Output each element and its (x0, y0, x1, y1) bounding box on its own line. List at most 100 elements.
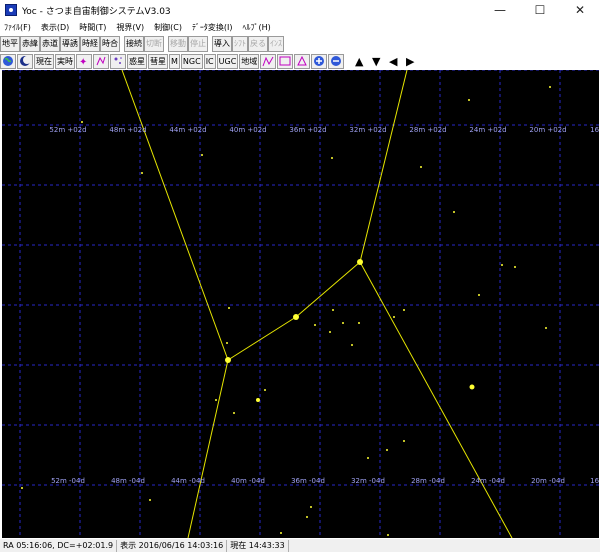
status-bar: RA 05:16:06, DC=+02:01.9 表示 2016/06/16 1… (0, 539, 600, 552)
field-a-icon[interactable] (260, 53, 277, 69)
goto-button[interactable]: 導入 (212, 35, 232, 52)
moon-icon[interactable] (17, 53, 33, 69)
svg-text:✦: ✦ (79, 57, 87, 67)
ra-label-bottom: 24m -04d (471, 477, 505, 485)
declination-button[interactable]: 赤緯 (20, 35, 40, 52)
constellation-line (187, 359, 229, 538)
earth-icon[interactable] (0, 53, 16, 69)
menu-help[interactable]: ﾍﾙﾌﾟ(H) (239, 22, 277, 33)
back-button[interactable]: 戻る (248, 35, 268, 52)
constellation-line (121, 70, 229, 361)
sky-chart[interactable]: 52m +02d 48m +02d 44m +02d 40m +02d 36m +02d… (2, 70, 599, 538)
equatorial-button[interactable]: 赤道 (40, 35, 60, 52)
star (453, 211, 455, 213)
close-button[interactable]: ✕ (560, 0, 600, 20)
star (468, 99, 470, 101)
star (21, 487, 23, 489)
ra-label-top: 24m +02d (469, 126, 506, 134)
star (342, 322, 344, 324)
now-button[interactable]: 現在 (34, 53, 54, 69)
ra-label-bottom: 52m -04d (51, 477, 85, 485)
star (215, 399, 217, 401)
zoom-in-icon[interactable] (311, 53, 328, 69)
ic-button[interactable]: IC (203, 53, 216, 69)
star (314, 324, 316, 326)
star (141, 172, 143, 174)
title-bar: Yoc - さつま自宙制御システムV3.03 — ☐ ✕ (0, 0, 600, 20)
horizon-button[interactable]: 地平 (0, 35, 20, 52)
ra-label-bottom: 16m (590, 477, 599, 485)
guide-button[interactable]: 導誘 (60, 35, 80, 52)
comet-button[interactable]: 彗星 (148, 53, 168, 69)
toolbar-main: 地平 赤緯 赤道 導誘 時経 時合 接続 切断 移動 停止 導入 ｼﾌﾄ 戻る … (0, 35, 284, 52)
menu-data-convert[interactable]: ﾃﾞｰﾀ変換(I) (188, 22, 239, 33)
ra-label-bottom: 20m -04d (531, 477, 565, 485)
star (357, 259, 363, 265)
menu-file[interactable]: ﾌｧｲﾙ(F) (0, 22, 37, 33)
grid-labels: 52m +02d 48m +02d 44m +02d 40m +02d 36m +02d… (49, 126, 599, 485)
ra-label-top: 48m +02d (109, 126, 146, 134)
planet-button[interactable]: 惑星 (127, 53, 147, 69)
region-button[interactable]: 地域 (239, 53, 260, 69)
star (393, 316, 395, 318)
move-down-icon[interactable]: ▼ (368, 54, 384, 69)
star (306, 516, 308, 518)
ra-label-bottom: 48m -04d (111, 477, 145, 485)
brightness-icon[interactable] (110, 53, 126, 69)
ra-dec-grid (2, 70, 599, 538)
star (293, 314, 299, 320)
constellation-line (359, 261, 513, 538)
constellation-line (359, 70, 408, 263)
disconnect-button[interactable]: 切断 (144, 35, 164, 52)
ra-label-bottom: 32m -04d (351, 477, 385, 485)
ngc-button[interactable]: NGC (180, 53, 203, 69)
ra-label-top: 52m +02d (49, 126, 86, 134)
zoom-out-icon[interactable] (328, 53, 345, 69)
minimize-button[interactable]: — (480, 0, 520, 20)
star-toggle-icon[interactable]: ✦ (76, 53, 92, 69)
star (233, 412, 235, 414)
menu-bar: ﾌｧｲﾙ(F) 表示(D) 時間(T) 視界(V) 制御(C) ﾃﾞｰﾀ変換(I… (0, 20, 600, 34)
ra-label-bottom: 28m -04d (411, 477, 445, 485)
star (264, 389, 266, 391)
time-sync-button[interactable]: 時合 (100, 35, 120, 52)
menu-view[interactable]: 視界(V) (112, 22, 150, 33)
instance-button[interactable]: ｲﾝｽ (268, 35, 284, 52)
ra-label-top: 32m +02d (349, 126, 386, 134)
window-controls: — ☐ ✕ (480, 0, 600, 20)
star (331, 157, 333, 159)
menu-time[interactable]: 時間(T) (75, 22, 112, 33)
star (256, 398, 260, 402)
ra-label-top: 28m +02d (409, 126, 446, 134)
constellation-line (227, 316, 297, 361)
maximize-button[interactable]: ☐ (520, 0, 560, 20)
field-b-icon[interactable] (277, 53, 294, 69)
messier-button[interactable]: M (169, 53, 180, 69)
menu-control[interactable]: 制御(C) (150, 22, 188, 33)
star (501, 264, 503, 266)
stop-button[interactable]: 停止 (188, 35, 208, 52)
ra-label-bottom: 36m -04d (291, 477, 325, 485)
connect-button[interactable]: 接続 (124, 35, 144, 52)
move-left-icon[interactable]: ◀ (385, 54, 401, 69)
ra-label-top: 20m +02d (529, 126, 566, 134)
app-icon[interactable] (5, 4, 17, 16)
move-up-icon[interactable]: ▲ (351, 54, 367, 69)
time-elapsed-button[interactable]: 時経 (80, 35, 100, 52)
star (403, 440, 405, 442)
ugc-button[interactable]: UGC (216, 53, 239, 69)
sky-chart-canvas[interactable]: 52m +02d 48m +02d 44m +02d 40m +02d 36m +02d… (2, 70, 599, 538)
move-right-icon[interactable]: ▶ (402, 54, 418, 69)
toolbar-view: 現在 実時 ✦ 惑星 彗星 M NGC IC UGC 地域 ▲ ▼ ◀ ▶ (0, 53, 419, 69)
star (351, 344, 353, 346)
field-c-icon[interactable] (294, 53, 311, 69)
realtime-button[interactable]: 実時 (55, 53, 75, 69)
constellation-icon[interactable] (93, 53, 109, 69)
ra-label-top: 44m +02d (169, 126, 206, 134)
menu-display[interactable]: 表示(D) (37, 22, 75, 33)
move-button[interactable]: 移動 (168, 35, 188, 52)
star (387, 534, 389, 536)
star (386, 449, 388, 451)
shift-button[interactable]: ｼﾌﾄ (232, 35, 248, 52)
star (228, 307, 230, 309)
